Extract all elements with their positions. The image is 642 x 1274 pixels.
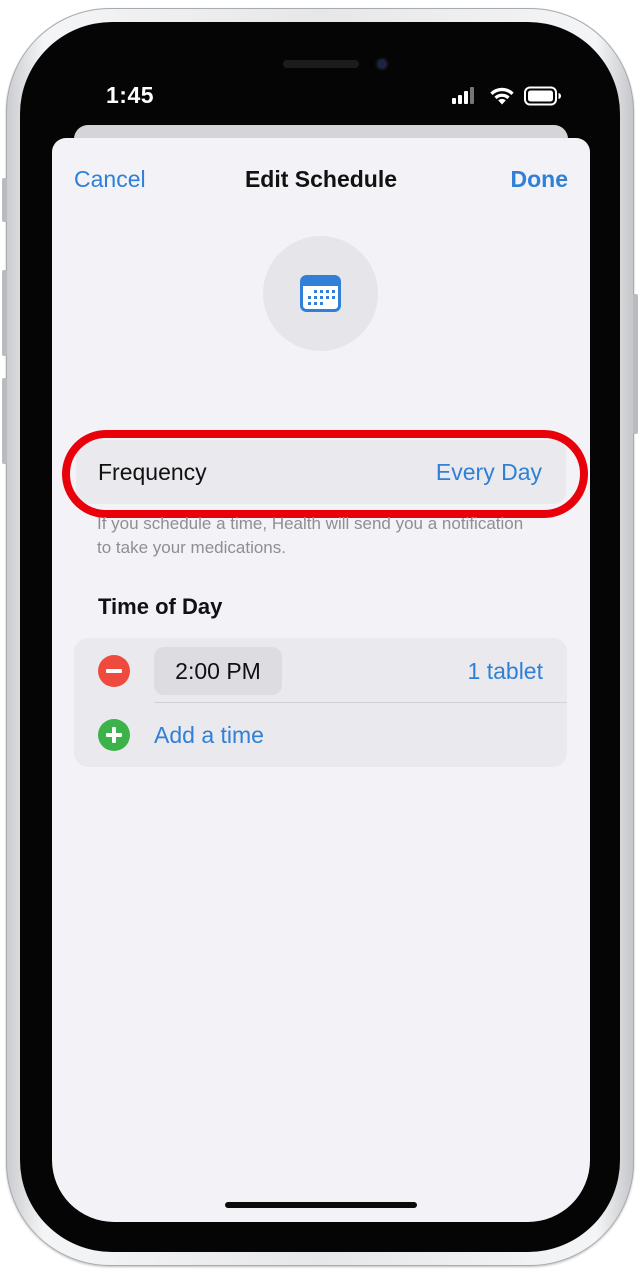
frequency-value: Every Day <box>435 459 542 485</box>
remove-time-button[interactable] <box>98 655 130 687</box>
add-time-row[interactable]: Add a time <box>74 703 567 767</box>
time-value: 2:00 PM <box>175 658 261 684</box>
earpiece-speaker <box>283 60 359 68</box>
cellular-signal-icon <box>452 84 482 108</box>
status-bar-time: 1:45 <box>106 82 155 108</box>
power-button <box>633 294 638 434</box>
edit-schedule-sheet: Cancel Edit Schedule Done Frequency Ever… <box>52 138 590 1222</box>
time-of-day-card: 2:00 PM 1 tablet Add a time <box>74 638 567 767</box>
dose-button[interactable]: 1 tablet <box>468 658 543 685</box>
volume-down-button <box>2 378 7 464</box>
add-time-label: Add a time <box>154 722 264 748</box>
add-icon <box>98 719 130 751</box>
status-bar-icons <box>452 84 567 108</box>
done-button[interactable]: Done <box>511 166 569 193</box>
frequency-row[interactable]: Frequency Every Day <box>76 440 566 504</box>
page-title: Edit Schedule <box>244 166 398 192</box>
wifi-icon <box>490 87 514 105</box>
calendar-icon <box>300 275 341 312</box>
schedule-icon-badge <box>263 236 378 351</box>
volume-up-button <box>2 270 7 356</box>
mute-switch <box>2 178 7 222</box>
front-camera <box>377 59 387 69</box>
frequency-footnote: If you schedule a time, Health will send… <box>97 514 524 557</box>
battery-icon <box>524 86 561 106</box>
time-picker-button[interactable]: 2:00 PM <box>154 647 282 695</box>
screenshot-stage: 1:45 Cancel Edit Schedule Done Frequency… <box>0 0 642 1274</box>
time-of-day-heading: Time of Day <box>98 594 223 619</box>
list-item: 2:00 PM 1 tablet <box>74 638 567 703</box>
frequency-label: Frequency <box>98 459 207 485</box>
home-indicator[interactable] <box>225 1202 417 1208</box>
